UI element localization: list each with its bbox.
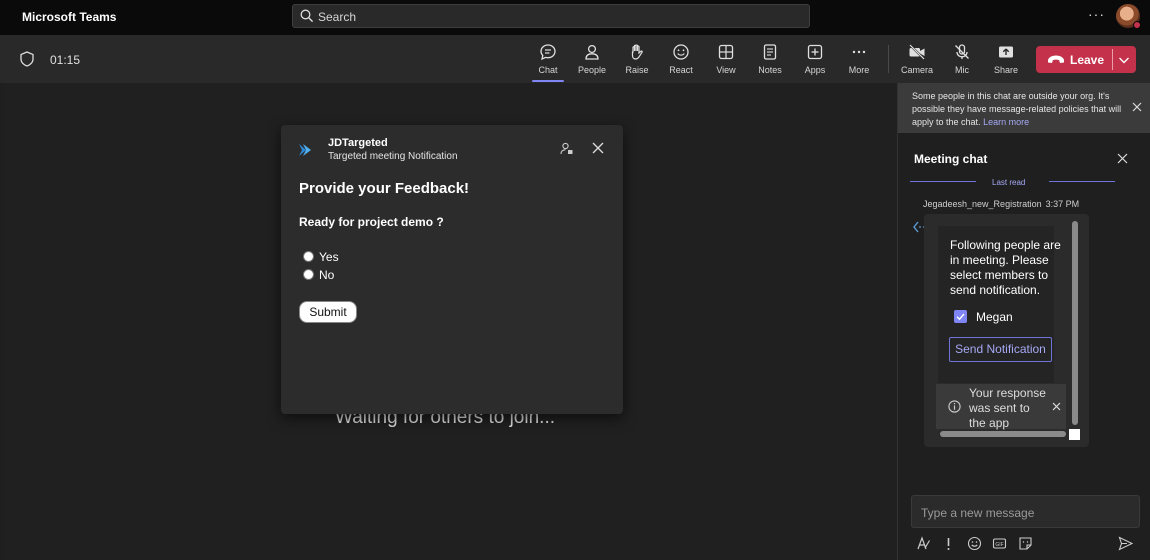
mic-button[interactable]: Mic	[940, 43, 984, 81]
app-logo-icon	[299, 144, 311, 156]
mic-label: Mic	[955, 65, 969, 75]
share-icon	[999, 46, 1013, 58]
tab-react-label: React	[669, 65, 693, 75]
tab-notes-label: Notes	[758, 65, 782, 75]
leave-divider	[1112, 49, 1113, 70]
important-icon[interactable]	[941, 536, 956, 551]
adaptive-card: Following people are in meeting. Please …	[924, 214, 1089, 447]
shield-icon[interactable]	[20, 51, 34, 67]
tab-view-label: View	[716, 65, 736, 75]
emoji-icon[interactable]	[967, 536, 982, 551]
chat-close-icon[interactable]	[1117, 153, 1128, 164]
more-icon	[852, 50, 866, 54]
external-org-banner: Some people in this chat are outside you…	[898, 83, 1150, 133]
mic-off-icon	[955, 44, 969, 59]
horizontal-scrollbar[interactable]	[940, 431, 1066, 437]
message-time: 3:37 PM	[1045, 199, 1080, 209]
meeting-toolbar: 01:15 Chat People Raise React View Notes…	[0, 35, 1150, 83]
react-icon	[673, 44, 689, 60]
svg-text:GIF: GIF	[995, 542, 1003, 548]
chevron-down-icon[interactable]	[1117, 53, 1131, 67]
response-toast: Your response was sent to the app	[936, 384, 1066, 430]
apps-icon	[807, 44, 823, 60]
close-icon[interactable]	[592, 142, 604, 154]
hang-up-icon	[1048, 55, 1064, 63]
last-read-line-left	[910, 181, 976, 182]
tab-apps[interactable]: Apps	[793, 43, 837, 81]
message-sender: Jegadeesh_new_Registration 3:37 PM	[923, 199, 1079, 209]
option-no-label: No	[319, 268, 335, 282]
camera-button[interactable]: Camera	[895, 43, 939, 81]
member-checkbox[interactable]	[954, 310, 967, 323]
tab-more[interactable]: More	[837, 43, 881, 81]
banner-text: Some people in this chat are outside you…	[912, 90, 1122, 129]
tab-raise[interactable]: Raise	[615, 43, 659, 81]
learn-more-link[interactable]: Learn more	[983, 117, 1029, 127]
raise-hand-icon	[631, 44, 643, 60]
share-label: Share	[993, 65, 1019, 75]
format-icon[interactable]	[916, 536, 931, 551]
tab-notes[interactable]: Notes	[748, 43, 792, 81]
tab-raise-label: Raise	[625, 65, 649, 75]
share-button[interactable]: Share	[984, 43, 1028, 81]
member-label: Megan	[976, 310, 1013, 324]
dialog-app-name: JDTargeted	[328, 137, 388, 149]
tab-people-label: People	[577, 65, 607, 75]
camera-label: Camera	[900, 65, 933, 75]
option-yes-label: Yes	[319, 250, 339, 264]
search-icon	[300, 9, 314, 23]
gif-icon[interactable]: GIF	[992, 536, 1007, 551]
card-text: Following people are in meeting. Please …	[950, 238, 1061, 297]
search-placeholder: Search	[318, 10, 357, 24]
toolbar-divider	[888, 45, 889, 73]
tab-more-label: More	[848, 65, 870, 75]
tab-react[interactable]: React	[659, 43, 703, 81]
meeting-chat-panel: Some people in this chat are outside you…	[897, 83, 1150, 560]
meeting-timer: 01:15	[50, 53, 81, 67]
notes-icon	[763, 44, 777, 60]
card-body: Following people are in meeting. Please …	[938, 226, 1061, 383]
send-notification-button[interactable]: Send Notification	[949, 337, 1052, 362]
tab-chat-label: Chat	[538, 65, 558, 75]
sender-name: Jegadeesh_new_Registration	[923, 199, 1042, 209]
radio-no[interactable]	[303, 269, 314, 280]
radio-yes[interactable]	[303, 251, 314, 262]
tab-people[interactable]: People	[570, 43, 614, 81]
tab-chat[interactable]: Chat	[526, 43, 570, 82]
camera-off-icon	[909, 44, 925, 60]
sticker-icon[interactable]	[1018, 536, 1033, 551]
toast-text: Your response was sent to the app	[969, 386, 1046, 430]
search-input[interactable]: Search	[292, 4, 810, 28]
send-icon[interactable]	[1118, 536, 1133, 551]
vertical-scrollbar[interactable]	[1072, 221, 1078, 425]
leave-button[interactable]: Leave	[1036, 46, 1136, 73]
view-icon	[718, 44, 734, 60]
person-lock-icon[interactable]	[560, 142, 573, 155]
people-icon	[585, 44, 599, 60]
last-read-line-right	[1049, 181, 1115, 182]
last-read-marker: Last read	[992, 178, 1026, 187]
compose-placeholder: Type a new message	[921, 506, 1035, 520]
app-title: Microsoft Teams	[22, 10, 117, 24]
dialog-subtitle: Targeted meeting Notification	[328, 151, 458, 162]
more-options-icon[interactable]: ···	[1088, 6, 1105, 22]
compose-box[interactable]: Type a new message	[911, 495, 1140, 528]
tab-apps-label: Apps	[804, 65, 826, 75]
leave-label: Leave	[1070, 53, 1105, 67]
submit-button[interactable]: Submit	[299, 301, 357, 323]
scrollbar-corner	[1069, 429, 1080, 440]
feedback-dialog: JDTargeted Targeted meeting Notification…	[281, 125, 623, 414]
chat-icon	[540, 44, 556, 61]
toast-close-icon[interactable]	[1052, 402, 1061, 411]
dialog-heading: Provide your Feedback!	[299, 180, 470, 197]
presence-busy-icon	[1133, 21, 1141, 29]
chat-title: Meeting chat	[914, 152, 988, 166]
banner-close-icon[interactable]	[1132, 102, 1142, 112]
title-bar: Microsoft Teams Search ···	[0, 0, 1150, 35]
tab-view[interactable]: View	[704, 43, 748, 81]
info-icon	[948, 400, 961, 413]
dialog-question: Ready for project demo ?	[299, 215, 444, 229]
checkmark-icon	[956, 313, 965, 321]
